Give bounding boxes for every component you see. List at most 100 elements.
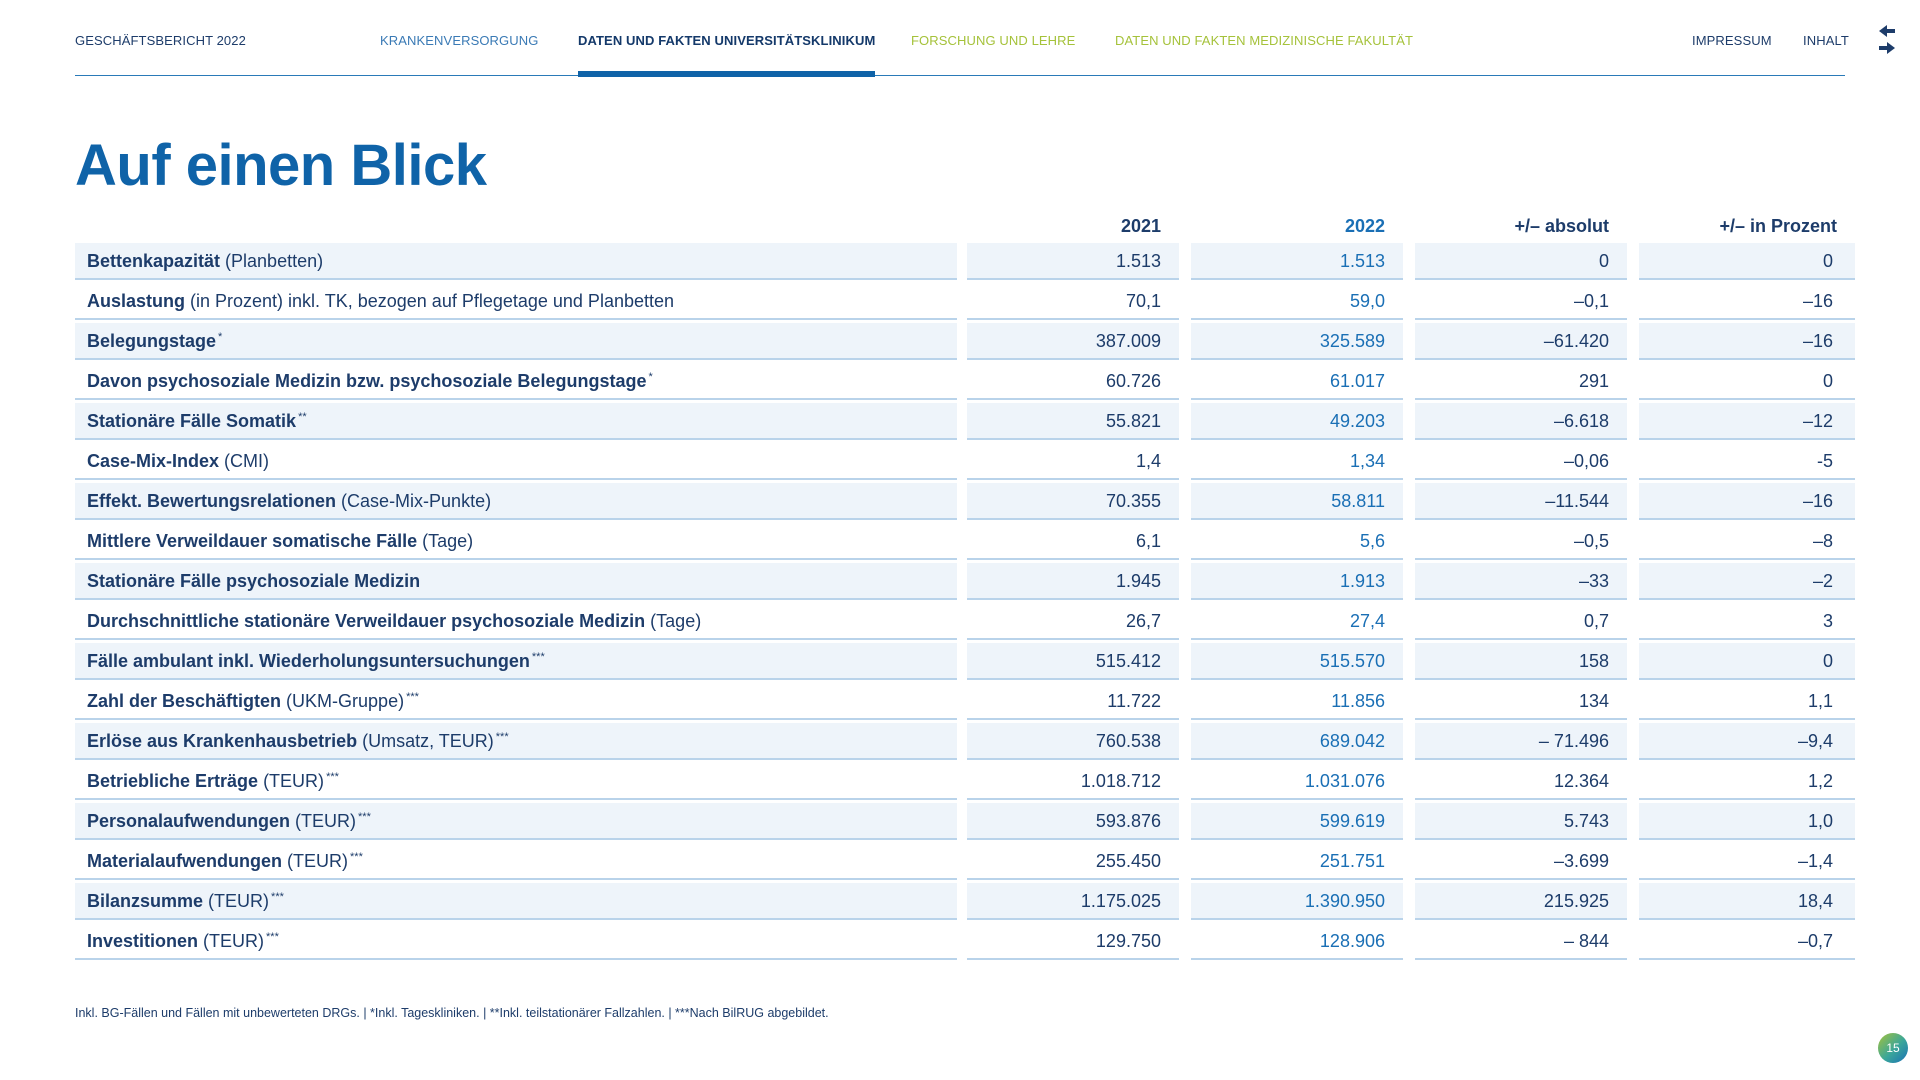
- row-label-detail: (in Prozent) inkl. TK, bezogen auf Pfleg…: [185, 291, 675, 311]
- row-label-footnote-marker: ***: [358, 811, 371, 823]
- table-row: Personalaufwendungen (TEUR) *** 593.876 599…: [75, 803, 1855, 843]
- value-2021: 515.412: [967, 643, 1179, 680]
- value-2021: 1.945: [967, 563, 1179, 600]
- value-change-percent: –16: [1639, 283, 1855, 320]
- value-2021: 60.726: [967, 363, 1179, 400]
- value-change-percent: 0: [1639, 363, 1855, 400]
- footnote: Inkl. BG-Fällen und Fällen mit unbewerte…: [75, 1006, 829, 1020]
- value-2021: 1.175.025: [967, 883, 1179, 920]
- value-2021: 1,4: [967, 443, 1179, 480]
- nav-item-daten-fakten-klinikum[interactable]: DATEN UND FAKTEN UNIVERSITÄTSKLINIKUM: [578, 33, 875, 48]
- row-label: Bettenkapazität (Planbetten): [75, 243, 957, 280]
- table-row: Materialaufwendungen (TEUR) *** 255.450 251…: [75, 843, 1855, 883]
- top-navigation: GESCHÄFTSBERICHT 2022 KRANKENVERSORGUNG …: [75, 0, 1849, 76]
- value-2021: 255.450: [967, 843, 1179, 880]
- row-label-footnote-marker: ***: [266, 931, 279, 943]
- row-label: Investitionen (TEUR) ***: [75, 923, 957, 960]
- nav-item-forschung-lehre[interactable]: FORSCHUNG UND LEHRE: [911, 33, 1075, 48]
- table-row: Auslastung (in Prozent) inkl. TK, bezoge…: [75, 283, 1855, 323]
- row-label-main: Durchschnittliche stationäre Verweildaue…: [87, 611, 646, 631]
- value-change-absolute: 291: [1415, 363, 1627, 400]
- value-2022: 27,4: [1191, 603, 1403, 640]
- table-row: Zahl der Beschäftigten (UKM-Gruppe) *** 11…: [75, 683, 1855, 723]
- row-label-main: Belegungstage: [87, 331, 217, 351]
- value-2021: 1.513: [967, 243, 1179, 280]
- value-2021: 129.750: [967, 923, 1179, 960]
- table-row: Belegungstage * 387.009 325.589 –61.420 –16: [75, 323, 1855, 363]
- row-label-main: Betriebliche Erträge: [87, 771, 259, 791]
- value-2021: 387.009: [967, 323, 1179, 360]
- arrow-left-icon[interactable]: [1878, 24, 1896, 38]
- nav-item-daten-fakten-fakultaet[interactable]: DATEN UND FAKTEN MEDIZINISCHE FAKULTÄT: [1115, 33, 1413, 48]
- value-2022: 1.390.950: [1191, 883, 1403, 920]
- row-label-footnote-marker: **: [298, 411, 307, 423]
- row-label: Bilanzsumme (TEUR) ***: [75, 883, 957, 920]
- page-navigation-arrows: [1878, 24, 1898, 56]
- value-change-absolute: –0,06: [1415, 443, 1627, 480]
- row-label-footnote-marker: ***: [350, 851, 363, 863]
- value-change-absolute: –6.618: [1415, 403, 1627, 440]
- value-2022: 1.913: [1191, 563, 1403, 600]
- row-label-footnote-marker: ***: [326, 771, 339, 783]
- row-label-main: Zahl der Beschäftigten: [87, 691, 282, 711]
- row-label: Davon psychosoziale Medizin bzw. psychos…: [75, 363, 957, 400]
- value-2022: 5,6: [1191, 523, 1403, 560]
- value-2022: 325.589: [1191, 323, 1403, 360]
- page-title: Auf einen Blick: [75, 133, 487, 198]
- row-label: Fälle ambulant inkl. Wiederholungsunters…: [75, 643, 957, 680]
- value-change-percent: 18,4: [1639, 883, 1855, 920]
- row-label-footnote-marker: ***: [271, 891, 284, 903]
- table-header: 2021 2022 +/– absolut +/– in Prozent: [75, 206, 1855, 243]
- nav-inhalt[interactable]: INHALT: [1803, 33, 1849, 48]
- nav-report-title[interactable]: GESCHÄFTSBERICHT 2022: [75, 33, 246, 48]
- row-label-main: Investitionen: [87, 931, 199, 951]
- nav-impressum[interactable]: IMPRESSUM: [1692, 33, 1772, 48]
- value-change-percent: –0,7: [1639, 923, 1855, 960]
- value-2022: 515.570: [1191, 643, 1403, 680]
- table-body: Bettenkapazität (Planbetten) 1.513 1.513 0 0…: [75, 243, 1855, 963]
- key-figures-table: 2021 2022 +/– absolut +/– in Prozent Bet…: [75, 206, 1855, 963]
- value-change-percent: –1,4: [1639, 843, 1855, 880]
- value-change-absolute: – 844: [1415, 923, 1627, 960]
- row-label-main: Bettenkapazität: [87, 251, 221, 271]
- row-label-main: Stationäre Fälle Somatik: [87, 411, 297, 431]
- value-2022: 599.619: [1191, 803, 1403, 840]
- table-row: Durchschnittliche stationäre Verweildaue…: [75, 603, 1855, 643]
- row-label-main: Davon psychosoziale Medizin bzw. psychos…: [87, 371, 647, 391]
- row-label-main: Case-Mix-Index: [87, 451, 220, 471]
- value-2022: 1,34: [1191, 443, 1403, 480]
- row-label-detail: (TEUR): [198, 931, 265, 951]
- table-row: Effekt. Bewertungsrelationen (Case-Mix-P…: [75, 483, 1855, 523]
- row-label: Zahl der Beschäftigten (UKM-Gruppe) ***: [75, 683, 957, 720]
- value-change-absolute: 0: [1415, 243, 1627, 280]
- value-2021: 6,1: [967, 523, 1179, 560]
- value-change-percent: –2: [1639, 563, 1855, 600]
- value-2021: 593.876: [967, 803, 1179, 840]
- row-label-detail: (Tage): [645, 611, 702, 631]
- value-change-absolute: –3.699: [1415, 843, 1627, 880]
- row-label-detail: (TEUR): [203, 891, 270, 911]
- row-label-detail: (Tage): [417, 531, 474, 551]
- row-label-main: Erlöse aus Krankenhausbetrieb: [87, 731, 358, 751]
- row-label-footnote-marker: ***: [531, 651, 545, 663]
- row-label-main: Materialaufwendungen: [87, 851, 283, 871]
- value-change-percent: 1,2: [1639, 763, 1855, 800]
- row-label-detail: (UKM-Gruppe): [281, 691, 405, 711]
- value-change-absolute: 158: [1415, 643, 1627, 680]
- value-change-absolute: 0,7: [1415, 603, 1627, 640]
- table-row: Bettenkapazität (Planbetten) 1.513 1.513 0 0: [75, 243, 1855, 283]
- row-label-detail: (TEUR): [290, 811, 357, 831]
- row-label: Case-Mix-Index (CMI): [75, 443, 957, 480]
- table-row: Bilanzsumme (TEUR) *** 1.175.025 1.390.950 2…: [75, 883, 1855, 923]
- row-label-main: Auslastung: [87, 291, 186, 311]
- value-change-percent: –12: [1639, 403, 1855, 440]
- value-change-absolute: 134: [1415, 683, 1627, 720]
- arrow-right-icon[interactable]: [1878, 41, 1896, 55]
- value-change-absolute: 215.925: [1415, 883, 1627, 920]
- value-2021: 760.538: [967, 723, 1179, 760]
- table-row: Erlöse aus Krankenhausbetrieb (Umsatz, T…: [75, 723, 1855, 763]
- table-row: Stationäre Fälle psychosoziale Medizin 1.…: [75, 563, 1855, 603]
- value-2022: 1.031.076: [1191, 763, 1403, 800]
- nav-item-krankenversorgung[interactable]: KRANKENVERSORGUNG: [380, 33, 538, 48]
- nav-divider: [75, 75, 1845, 76]
